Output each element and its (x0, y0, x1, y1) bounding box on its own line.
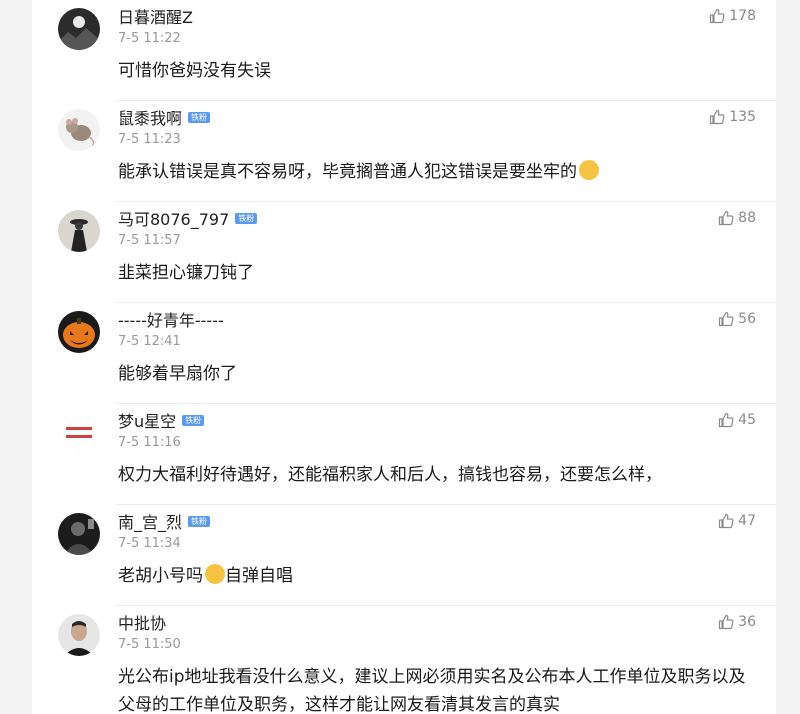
avatar[interactable] (58, 412, 100, 454)
thumbs-up-icon (719, 412, 734, 428)
cat-face-icon (205, 564, 225, 584)
like-button[interactable]: 88 (718, 210, 756, 226)
username[interactable]: -----好青年----- (118, 308, 224, 330)
dark-photo-avatar-icon (58, 513, 100, 555)
comment-item: 鼠黍我啊 铁粉 7-5 11:23 能承认错误是真不容易呀，毕竟搁普通人犯这错误… (32, 101, 776, 202)
fan-badge: 铁粉 (235, 212, 258, 224)
comment-text: 能够着早扇你了 (118, 364, 237, 384)
avatar[interactable] (58, 210, 100, 252)
comment-item: -----好青年----- 7-5 12:41 能够着早扇你了 56 (32, 303, 776, 404)
like-count: 56 (738, 311, 756, 327)
like-button[interactable]: 178 (709, 8, 756, 24)
comment-text: 能承认错误是真不容易呀，毕竟搁普通人犯这错误是要坐牢的 (118, 158, 758, 186)
avatar[interactable] (58, 614, 100, 656)
like-count: 36 (738, 614, 756, 630)
username-text[interactable]: 马可8076_797 (118, 206, 229, 230)
avatar[interactable] (58, 311, 100, 353)
comment-text-body: 老胡小号吗 (118, 566, 203, 586)
like-count: 47 (738, 513, 756, 529)
comment-item: 南_宫_烈 铁粉 7-5 11:34 老胡小号吗 自弹自唱 47 (32, 505, 776, 606)
like-count: 178 (729, 8, 756, 24)
like-count: 45 (738, 412, 756, 428)
pumpkin-avatar-icon (58, 311, 100, 353)
like-count: 88 (738, 210, 756, 226)
fan-badge: 铁粉 (188, 515, 211, 527)
username-text[interactable]: 梦u星空 (118, 408, 176, 432)
avatar[interactable] (58, 513, 100, 555)
comment-text-body: 能承认错误是真不容易呀，毕竟搁普通人犯这错误是要坐牢的 (118, 162, 577, 182)
thumbs-up-icon (719, 513, 734, 529)
comment-text: 可惜你爸妈没有失误 (118, 61, 271, 81)
avatar[interactable] (58, 109, 100, 151)
thumbs-up-icon (719, 210, 734, 226)
comment-item: 马可8076_797 铁粉 7-5 11:57 韭菜担心镰刀钝了 88 (32, 202, 776, 303)
username-text[interactable]: 中批协 (118, 610, 166, 634)
like-button[interactable]: 56 (718, 311, 756, 327)
crying-face-icon (579, 160, 599, 180)
timestamp: 7-5 11:57 (118, 233, 181, 248)
timestamp: 7-5 11:34 (118, 536, 181, 551)
username[interactable]: 鼠黍我啊 铁粉 (118, 105, 211, 129)
comment-list: 日暮酒醒Z 7-5 11:22 可惜你爸妈没有失误 178 鼠黍我啊 铁粉 7-… (32, 0, 776, 714)
thumbs-up-icon (710, 109, 725, 125)
username[interactable]: 南_宫_烈 铁粉 (118, 509, 211, 533)
comment-text: 光公布ip地址我看没什么意义，建议上网必须用实名及公布本人工作单位及职务以及父母… (118, 667, 746, 714)
timestamp: 7-5 11:23 (118, 132, 181, 147)
comment-item: 梦u星空 铁粉 7-5 11:16 权力大福利好待遇好，还能福积家人和后人，搞钱… (32, 404, 776, 505)
like-button[interactable]: 45 (718, 412, 756, 428)
man-portrait-avatar-icon (58, 614, 100, 656)
username-text[interactable]: 南_宫_烈 (118, 509, 182, 533)
username-text[interactable]: -----好青年----- (118, 307, 224, 331)
like-button[interactable]: 135 (709, 109, 756, 125)
rat-avatar-icon (58, 109, 100, 151)
username-text[interactable]: 鼠黍我啊 (118, 105, 182, 129)
like-button[interactable]: 47 (718, 513, 756, 529)
comment-text: 权力大福利好待遇好，还能福积家人和后人，搞钱也容易，还要怎么样， (118, 465, 662, 485)
username-text[interactable]: 日暮酒醒Z (118, 4, 193, 28)
timestamp: 7-5 11:50 (118, 637, 181, 652)
page: 日暮酒醒Z 7-5 11:22 可惜你爸妈没有失误 178 鼠黍我啊 铁粉 7-… (0, 0, 800, 714)
username[interactable]: 梦u星空 铁粉 (118, 408, 205, 432)
thumbs-up-icon (719, 614, 734, 630)
username[interactable]: 马可8076_797 铁粉 (118, 206, 258, 230)
avatar[interactable] (58, 8, 100, 50)
fan-badge: 铁粉 (182, 414, 205, 426)
username[interactable]: 中批协 (118, 611, 166, 633)
comment-item: 中批协 7-5 11:50 光公布ip地址我看没什么意义，建议上网必须用实名及公… (32, 606, 776, 714)
dark-landscape-avatar-icon (58, 8, 100, 50)
thumbs-up-icon (710, 8, 725, 24)
timestamp: 7-5 11:16 (118, 435, 181, 450)
cloaked-figure-avatar-icon (58, 210, 100, 252)
text-avatar-icon (58, 412, 100, 454)
timestamp: 7-5 11:22 (118, 31, 181, 46)
fan-badge: 铁粉 (188, 111, 211, 123)
like-button[interactable]: 36 (718, 614, 756, 630)
comment-text-tail: 自弹自唱 (225, 566, 293, 586)
comment-text: 韭菜担心镰刀钝了 (118, 263, 254, 283)
comment-item: 日暮酒醒Z 7-5 11:22 可惜你爸妈没有失误 178 (32, 0, 776, 101)
thumbs-up-icon (719, 311, 734, 327)
comment-text: 老胡小号吗 自弹自唱 (118, 562, 758, 590)
like-count: 135 (729, 109, 756, 125)
timestamp: 7-5 12:41 (118, 334, 181, 349)
username[interactable]: 日暮酒醒Z (118, 5, 193, 27)
